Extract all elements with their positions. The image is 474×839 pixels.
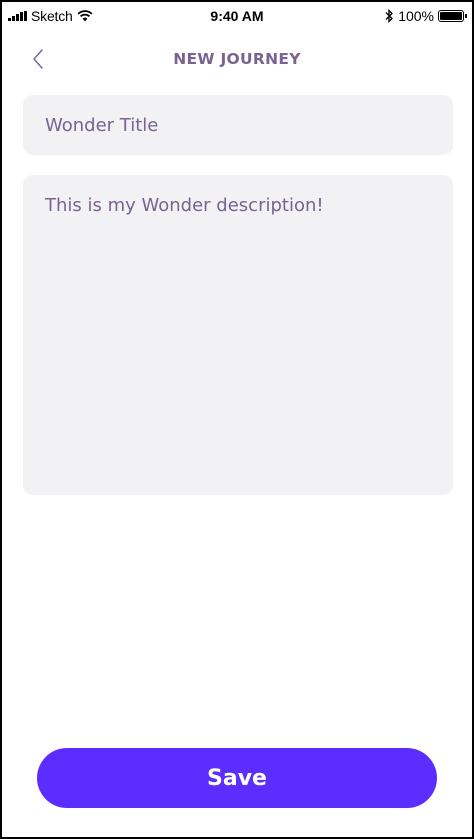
- battery-icon: [438, 10, 467, 22]
- wonder-title-input[interactable]: Wonder Title: [23, 95, 453, 155]
- status-bar: Sketch 9:40 AM 100%: [2, 2, 472, 30]
- battery-percent: 100%: [398, 8, 434, 24]
- app-screen: Sketch 9:40 AM 100% NEW JOURNEY Wonder T…: [2, 2, 472, 837]
- save-button[interactable]: Save: [37, 748, 437, 808]
- page-title: NEW JOURNEY: [173, 50, 301, 68]
- status-right: 100%: [385, 7, 467, 25]
- wonder-description-textarea[interactable]: This is my Wonder description!: [23, 175, 453, 495]
- battery-fill: [440, 12, 462, 20]
- nav-bar: NEW JOURNEY: [2, 36, 472, 82]
- wonder-title-placeholder: Wonder Title: [45, 114, 159, 136]
- wonder-description-text: This is my Wonder description!: [45, 195, 324, 216]
- bluetooth-icon: [385, 9, 394, 23]
